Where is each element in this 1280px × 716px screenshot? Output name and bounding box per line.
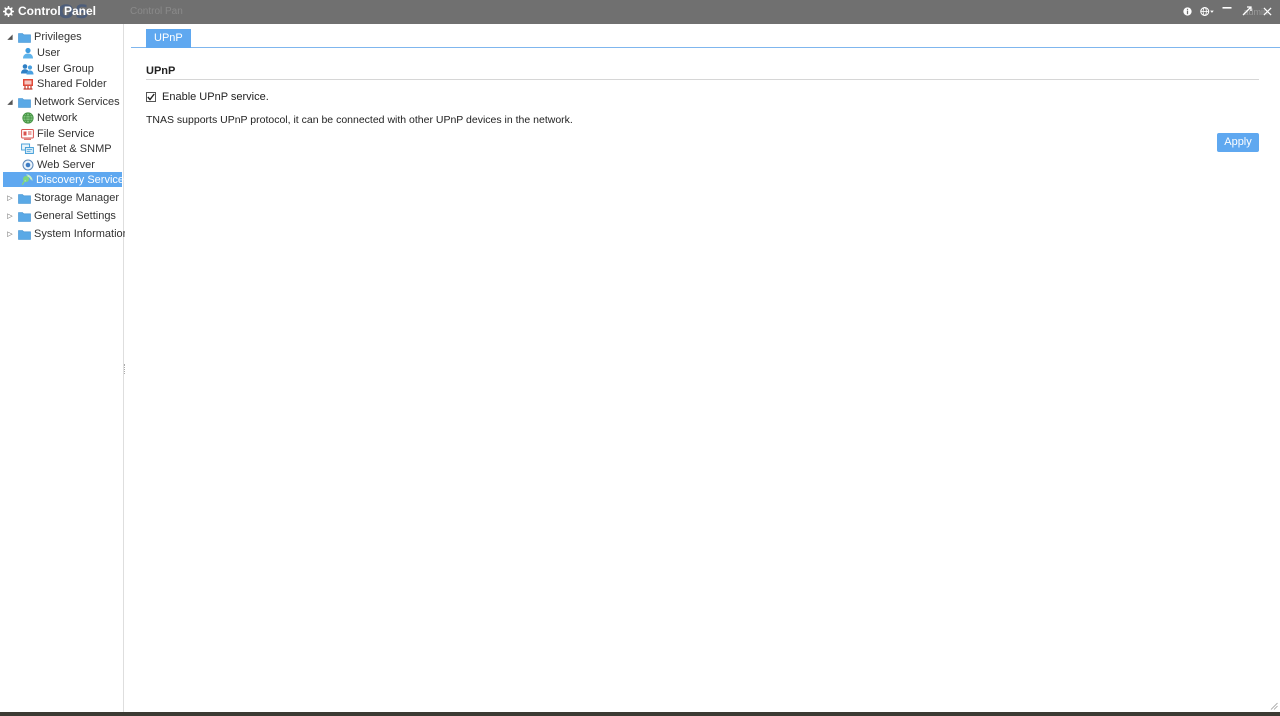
ghost-window-title: Control Pan [130, 6, 183, 17]
desktop-background-strip [0, 712, 1280, 716]
discovery-icon [21, 173, 33, 186]
tree-group-general-settings[interactable]: ▷ General Settings [5, 208, 116, 224]
section-title: UPnP [146, 65, 176, 77]
folder-icon [18, 228, 31, 241]
shared-folder-icon [21, 77, 34, 90]
window-controls [1180, 4, 1274, 18]
user-group-icon [21, 62, 34, 75]
tab-strip: UPnP [131, 29, 1280, 48]
sidebar-item-file-service[interactable]: File Service [3, 126, 122, 141]
tree-group-label: Network Services [34, 96, 120, 108]
collapsed-arrow-icon[interactable]: ▷ [5, 211, 15, 221]
sidebar-item-network[interactable]: Network [3, 110, 122, 125]
sidebar-item-telnet-snmp[interactable]: Telnet & SNMP [3, 141, 122, 156]
app-title: Control Panel [3, 4, 96, 18]
enable-upnp-row[interactable]: Enable UPnP service. [146, 91, 269, 103]
tree-group-label: General Settings [34, 210, 116, 222]
window-title: Control Panel [18, 4, 97, 18]
globe-icon [21, 111, 34, 124]
enable-upnp-checkbox[interactable] [146, 92, 156, 102]
tab-upnp[interactable]: UPnP [146, 29, 191, 48]
sidebar-item-web-server[interactable]: Web Server [3, 157, 122, 172]
expanded-arrow-icon[interactable]: ◢ [5, 97, 15, 107]
sidebar-tree: ◢ Privileges User User Group Shared Fold… [0, 24, 129, 712]
upnp-description: TNAS supports UPnP protocol, it can be c… [146, 114, 573, 126]
resize-grip-icon[interactable] [1270, 702, 1278, 710]
globe-menu-icon[interactable] [1200, 4, 1214, 18]
sidebar-item-discovery-service[interactable]: Discovery Service [3, 172, 124, 187]
sidebar-item-user-group[interactable]: User Group [3, 61, 122, 76]
restore-icon[interactable] [1240, 4, 1254, 18]
sidebar-item-shared-folder[interactable]: Shared Folder [3, 76, 122, 91]
tree-group-label: System Information [34, 228, 129, 240]
apply-button[interactable]: Apply [1217, 133, 1259, 152]
gear-icon [3, 5, 14, 17]
web-server-icon [21, 158, 34, 171]
collapsed-arrow-icon[interactable]: ▷ [5, 193, 15, 203]
section-divider [146, 79, 1259, 80]
minimize-icon[interactable] [1220, 4, 1234, 18]
folder-icon [18, 96, 31, 109]
expanded-arrow-icon[interactable]: ◢ [5, 32, 15, 42]
telnet-icon [21, 142, 34, 155]
info-icon[interactable] [1180, 4, 1194, 18]
tree-group-privileges[interactable]: ◢ Privileges [5, 29, 82, 45]
main-panel: UPnP UPnP Enable UPnP service. TNAS supp… [125, 24, 1280, 712]
window-titlebar: OS Control Pan Control Panel admin [0, 0, 1280, 24]
tree-group-label: Privileges [34, 31, 82, 43]
close-icon[interactable] [1260, 4, 1274, 18]
enable-upnp-label: Enable UPnP service. [162, 91, 269, 103]
collapsed-arrow-icon[interactable]: ▷ [5, 229, 15, 239]
checkmark-icon [147, 93, 155, 101]
tree-group-storage-manager[interactable]: ▷ Storage Manager [5, 190, 119, 206]
tree-group-label: Storage Manager [34, 192, 119, 204]
tree-group-network-services[interactable]: ◢ Network Services [5, 94, 120, 110]
folder-icon [18, 210, 31, 223]
folder-icon [18, 31, 31, 44]
user-icon [21, 46, 34, 59]
file-service-icon [21, 127, 34, 140]
tree-group-system-information[interactable]: ▷ System Information [5, 226, 129, 242]
sidebar-item-user[interactable]: User [3, 45, 122, 60]
folder-icon [18, 192, 31, 205]
